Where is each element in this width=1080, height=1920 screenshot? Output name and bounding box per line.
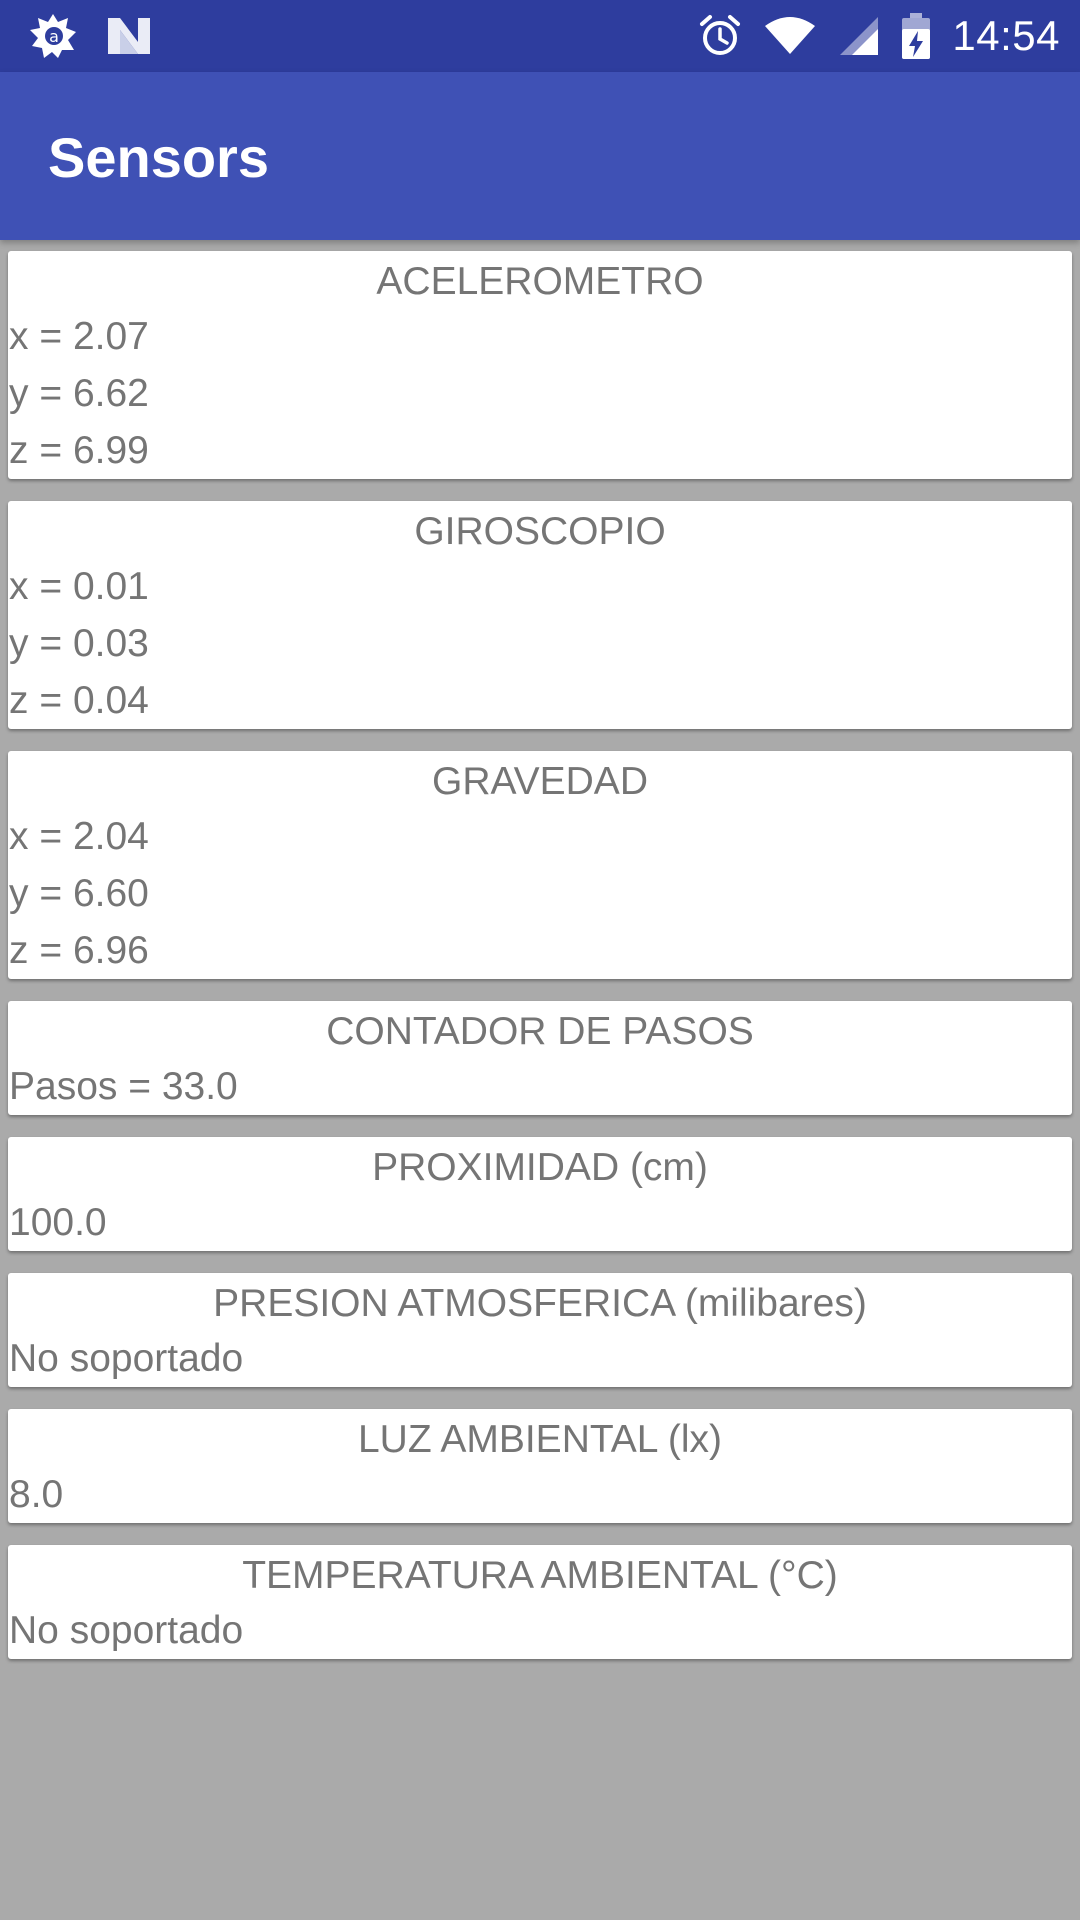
- card-value: Pasos = 33.0: [9, 1065, 238, 1108]
- sensor-card-presion-atmosferica: PRESION ATMOSFERICA (milibares) No sopor…: [8, 1273, 1072, 1387]
- card-value: x = 0.01: [9, 565, 149, 608]
- card-title: LUZ AMBIENTAL (lx): [357, 1418, 723, 1461]
- sensor-card-acelerometro: ACELEROMETRO x = 2.07 y = 6.62 z = 6.99: [8, 251, 1072, 479]
- card-value: y = 0.03: [9, 622, 149, 665]
- card-title: GIROSCOPIO: [414, 510, 666, 553]
- card-title: PRESION ATMOSFERICA (milibares): [213, 1282, 867, 1325]
- status-time: 14:54: [952, 12, 1060, 59]
- sensor-card-temperatura-ambiental: TEMPERATURA AMBIENTAL (°C) No soportado: [8, 1545, 1072, 1659]
- wifi-icon: [764, 16, 816, 56]
- sensor-card-luz-ambiental: LUZ AMBIENTAL (lx) 8.0: [8, 1409, 1072, 1523]
- app-bar: Sensors: [0, 72, 1080, 240]
- card-value: z = 0.04: [9, 679, 149, 722]
- status-bar: a 14:54: [0, 0, 1080, 72]
- card-title: TEMPERATURA AMBIENTAL (°C): [242, 1554, 838, 1597]
- alarm-icon: [698, 14, 742, 58]
- card-title: CONTADOR DE PASOS: [326, 1010, 754, 1053]
- cell-signal-icon: [838, 15, 880, 57]
- card-title: GRAVEDAD: [432, 760, 648, 803]
- card-title: ACELEROMETRO: [376, 260, 704, 303]
- sensor-card-gravedad: GRAVEDAD x = 2.04 y = 6.60 z = 6.96: [8, 751, 1072, 979]
- card-value: No soportado: [9, 1337, 244, 1380]
- battery-charging-icon: [902, 13, 931, 59]
- n-notification-icon: [106, 16, 152, 56]
- card-value: No soportado: [9, 1609, 244, 1652]
- card-value: 8.0: [9, 1473, 64, 1516]
- sensor-card-proximidad: PROXIMIDAD (cm) 100.0: [8, 1137, 1072, 1251]
- card-value: z = 6.99: [9, 429, 149, 472]
- card-value: 100.0: [9, 1201, 107, 1244]
- app-notification-icon: a: [28, 12, 78, 60]
- card-value: y = 6.60: [9, 872, 149, 915]
- card-value: x = 2.04: [9, 815, 149, 858]
- card-value: z = 6.96: [9, 929, 149, 972]
- sensor-card-contador-de-pasos: CONTADOR DE PASOS Pasos = 33.0: [8, 1001, 1072, 1115]
- page-title: Sensors: [48, 126, 269, 189]
- sensor-card-giroscopio: GIROSCOPIO x = 0.01 y = 0.03 z = 0.04: [8, 501, 1072, 729]
- card-value: x = 2.07: [9, 315, 149, 358]
- card-value: y = 6.62: [9, 372, 149, 415]
- svg-text:a: a: [49, 27, 59, 46]
- card-title: PROXIMIDAD (cm): [372, 1146, 708, 1189]
